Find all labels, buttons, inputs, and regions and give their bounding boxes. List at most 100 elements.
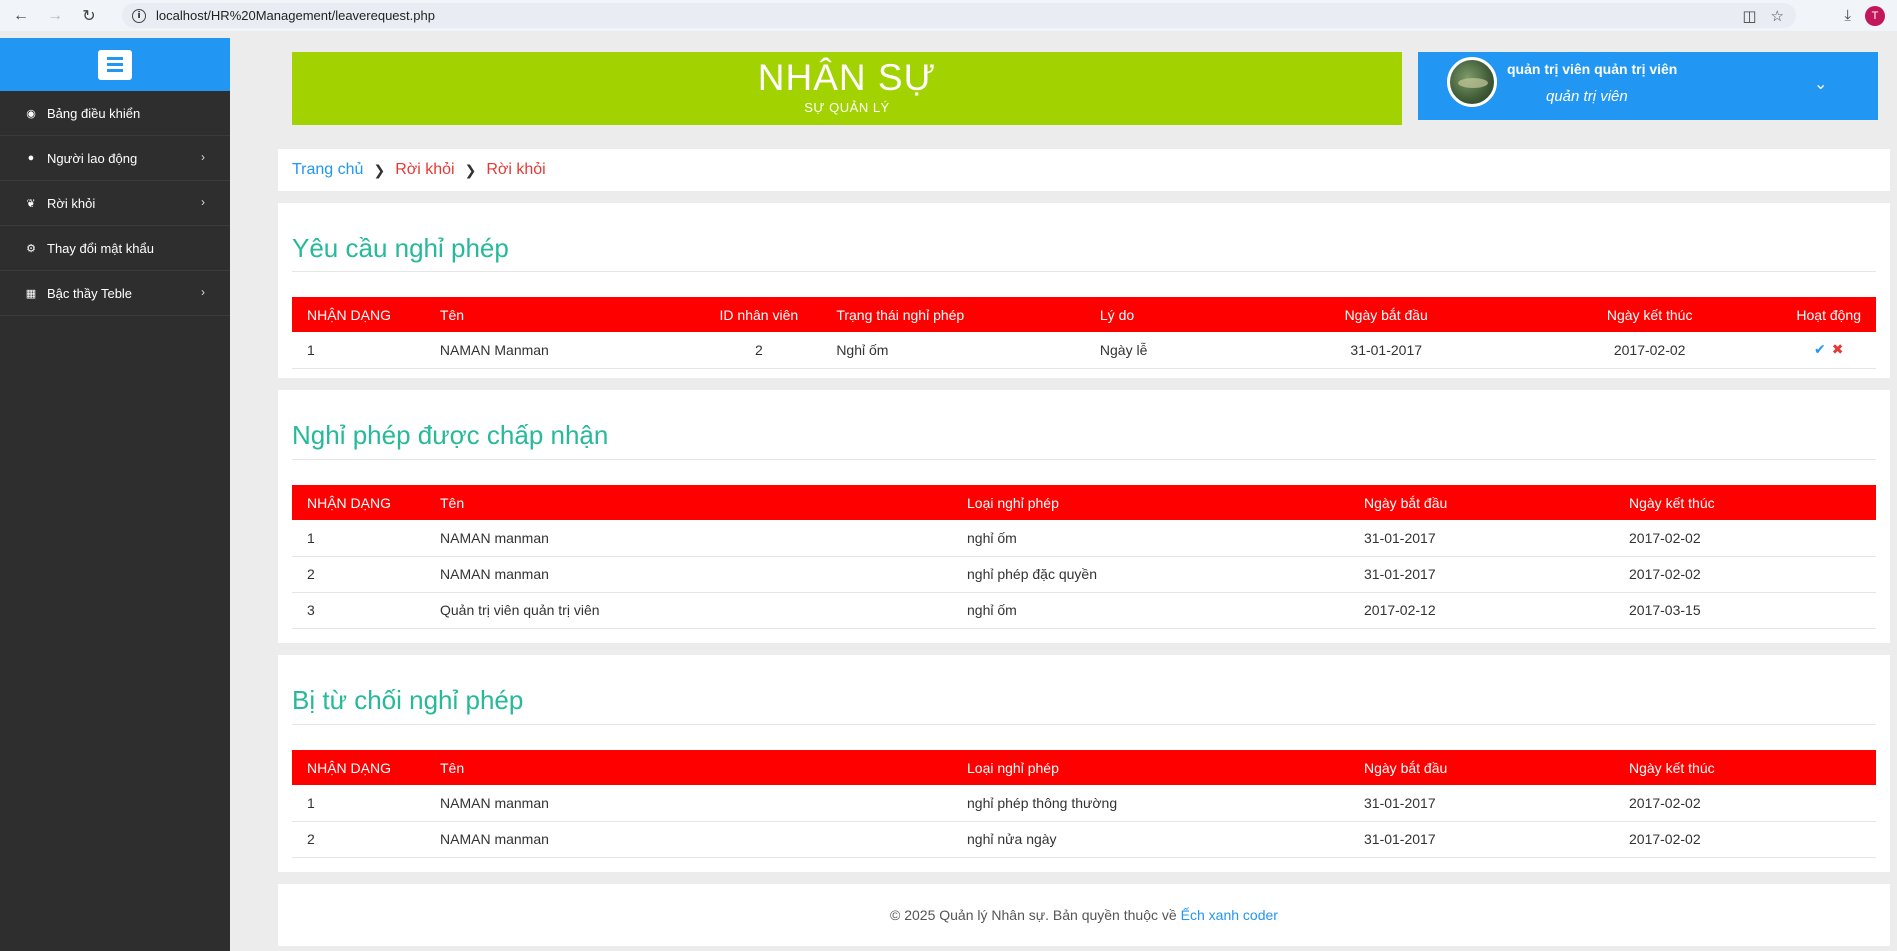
breadcrumb: Trang chủ ❯ Rời khỏi ❯ Rời khỏi [278,149,1890,191]
cell-leave-type: nghỉ phép đặc quyền [952,556,1349,593]
cell-name: NAMAN manman [425,821,952,858]
cell-id: 1 [292,520,425,557]
footer: © 2025 Quản lý Nhân sự. Bản quyền thuộc … [278,884,1890,946]
breadcrumb-item[interactable]: Rời khỏi [395,161,454,179]
cell-start-date: 31-01-2017 [1349,785,1614,822]
column-header: Ngày kết thúc [1629,494,1715,511]
gears-icon: ⚙ [26,242,36,255]
translate-icon[interactable]: ◫ [1742,7,1756,25]
copyright-text: © 2025 Quản lý Nhân sự. Bản quyền thuộc … [890,907,1177,923]
cell-employee-id: 2 [696,332,822,369]
rejected-leave-table: NHẬN DẠNG Tên Loại nghỉ phép Ngày bắt đầ… [292,750,1876,858]
chevron-down-icon[interactable]: ⌄ [1814,74,1827,94]
cell-end-date: 2017-02-02 [1614,785,1876,822]
user-menu[interactable]: quản trị viên quản trị viên quản trị viê… [1418,52,1878,120]
brand-title: NHÂN SỰ [757,57,937,98]
cell-status: Nghỉ ốm [821,332,1085,369]
cell-start-date: 31-01-2017 [1349,520,1614,557]
dashboard-icon: ◉ [26,107,36,120]
cell-name: NAMAN manman [425,556,952,593]
address-bar[interactable]: i localhost/HR%20Management/leaverequest… [122,3,1796,28]
cell-leave-type: nghỉ ốm [952,520,1349,557]
brand-subtitle: SỰ QUẢN LÝ [804,100,890,115]
sidebar-item-leave[interactable]: ❦ Rời khỏi › [0,181,230,226]
column-header: ID nhân viên [719,306,799,323]
leaf-icon: ❦ [26,197,36,210]
sidebar-item-dashboard[interactable]: ◉ Bảng điều khiển [0,91,230,136]
leave-requests-panel: Yêu cầu nghỉ phép NHẬN DẠNG Tên ID nhân … [278,203,1890,378]
cell-reason: Ngày lễ [1084,332,1255,369]
cell-id: 2 [292,556,425,593]
sidebar: ◉ Bảng điều khiển ● Người lao động › ❦ R… [0,38,230,951]
table-icon: ▦ [25,287,37,300]
bookmark-star-icon[interactable]: ☆ [1771,7,1784,25]
column-header: Loại nghỉ phép [967,494,1059,511]
avatar [1447,57,1497,107]
cell-leave-type: nghỉ nửa ngày [952,821,1349,858]
sidebar-header [0,38,230,91]
cell-name: NAMAN manman [425,785,952,822]
cell-id: 2 [292,821,425,858]
cell-end-date: 2017-02-02 [1614,520,1876,557]
cell-start-date: 31-01-2017 [1254,332,1518,369]
divider [292,724,1876,725]
accepted-leave-table: NHẬN DẠNG Tên Loại nghỉ phép Ngày bắt đầ… [292,485,1876,629]
profile-avatar[interactable]: T [1865,5,1885,26]
url-text: localhost/HR%20Management/leaverequest.p… [156,8,435,23]
divider [292,459,1876,460]
sidebar-item-change-password[interactable]: ⚙ Thay đổi mật khẩu [0,226,230,271]
sidebar-item-label: Thay đổi mật khẩu [47,240,154,256]
section-title: Bị từ chối nghỉ phép [292,685,524,715]
column-header: Tên [439,306,465,323]
cell-end-date: 2017-02-02 [1517,332,1782,369]
cell-actions: ✔ ✖ [1781,332,1876,369]
breadcrumb-current: Rời khỏi [486,161,546,178]
chevron-right-icon: › [201,195,205,209]
section-title: Nghỉ phép được chấp nhận [292,420,609,450]
forward-arrow-icon[interactable]: → [42,3,68,29]
rejected-leave-panel: Bị từ chối nghỉ phép NHẬN DẠNG Tên Loại … [278,655,1890,872]
column-header: Ngày bắt đầu [1364,494,1448,511]
brand-banner: NHÂN SỰ SỰ QUẢN LÝ [292,52,1402,125]
column-header: Loại nghỉ phép [967,759,1059,776]
column-header: Ngày bắt đầu [1344,306,1428,323]
cell-end-date: 2017-02-02 [1614,821,1876,858]
reject-x-icon[interactable]: ✖ [1832,341,1844,357]
table-row: 1 NAMAN Manman 2 Nghỉ ốm Ngày lễ 31-01-2… [292,332,1876,369]
back-arrow-icon[interactable]: ← [8,3,34,29]
reload-icon[interactable]: ↻ [76,3,102,29]
user-role: quản trị viên [1546,88,1628,105]
sidebar-item-employees[interactable]: ● Người lao động › [0,136,230,181]
site-info-icon[interactable]: i [132,8,146,23]
cell-id: 3 [292,592,425,629]
sidebar-item-label: Người lao động [47,150,138,166]
table-row: 2 NAMAN manman nghỉ phép đặc quyền 31-01… [292,556,1876,593]
sidebar-item-label: Rời khỏi [47,195,96,211]
column-header: NHẬN DẠNG [307,494,392,511]
cell-name: Quản trị viên quản trị viên [425,592,952,629]
cell-id: 1 [292,332,425,369]
column-header: Hoạt động [1796,306,1861,323]
sidebar-item-label: Bảng điều khiển [47,105,141,121]
chevron-right-icon: ❯ [373,161,386,178]
download-icon[interactable]: ⤓ [1844,7,1851,24]
table-row: 1 NAMAN manman nghỉ ốm 31-01-2017 2017-0… [292,520,1876,557]
approve-check-icon[interactable]: ✔ [1814,341,1826,357]
cell-end-date: 2017-03-15 [1614,592,1876,629]
cell-name: NAMAN manman [425,520,952,557]
table-row: 3 Quản trị viên quản trị viên nghỉ ốm 20… [292,592,1876,629]
user-icon: ● [27,152,35,164]
leave-requests-table: NHẬN DẠNG Tên ID nhân viên Trạng thái ng… [292,297,1876,369]
menu-toggle-icon[interactable] [98,49,132,80]
accepted-leave-panel: Nghỉ phép được chấp nhận NHẬN DẠNG Tên L… [278,390,1890,643]
footer-author-link[interactable]: Ếch xanh coder [1181,907,1278,923]
column-header: Lý do [1099,306,1135,323]
sidebar-item-table-master[interactable]: ▦ Bậc thầy Teble › [0,271,230,316]
column-header: Ngày kết thúc [1606,306,1693,323]
column-header: NHẬN DẠNG [307,306,392,323]
column-header: Tên [440,494,465,511]
cell-leave-type: nghỉ ốm [952,592,1349,629]
column-header: NHẬN DẠNG [307,759,392,776]
breadcrumb-home[interactable]: Trang chủ [292,161,363,179]
chevron-right-icon: › [201,150,205,164]
